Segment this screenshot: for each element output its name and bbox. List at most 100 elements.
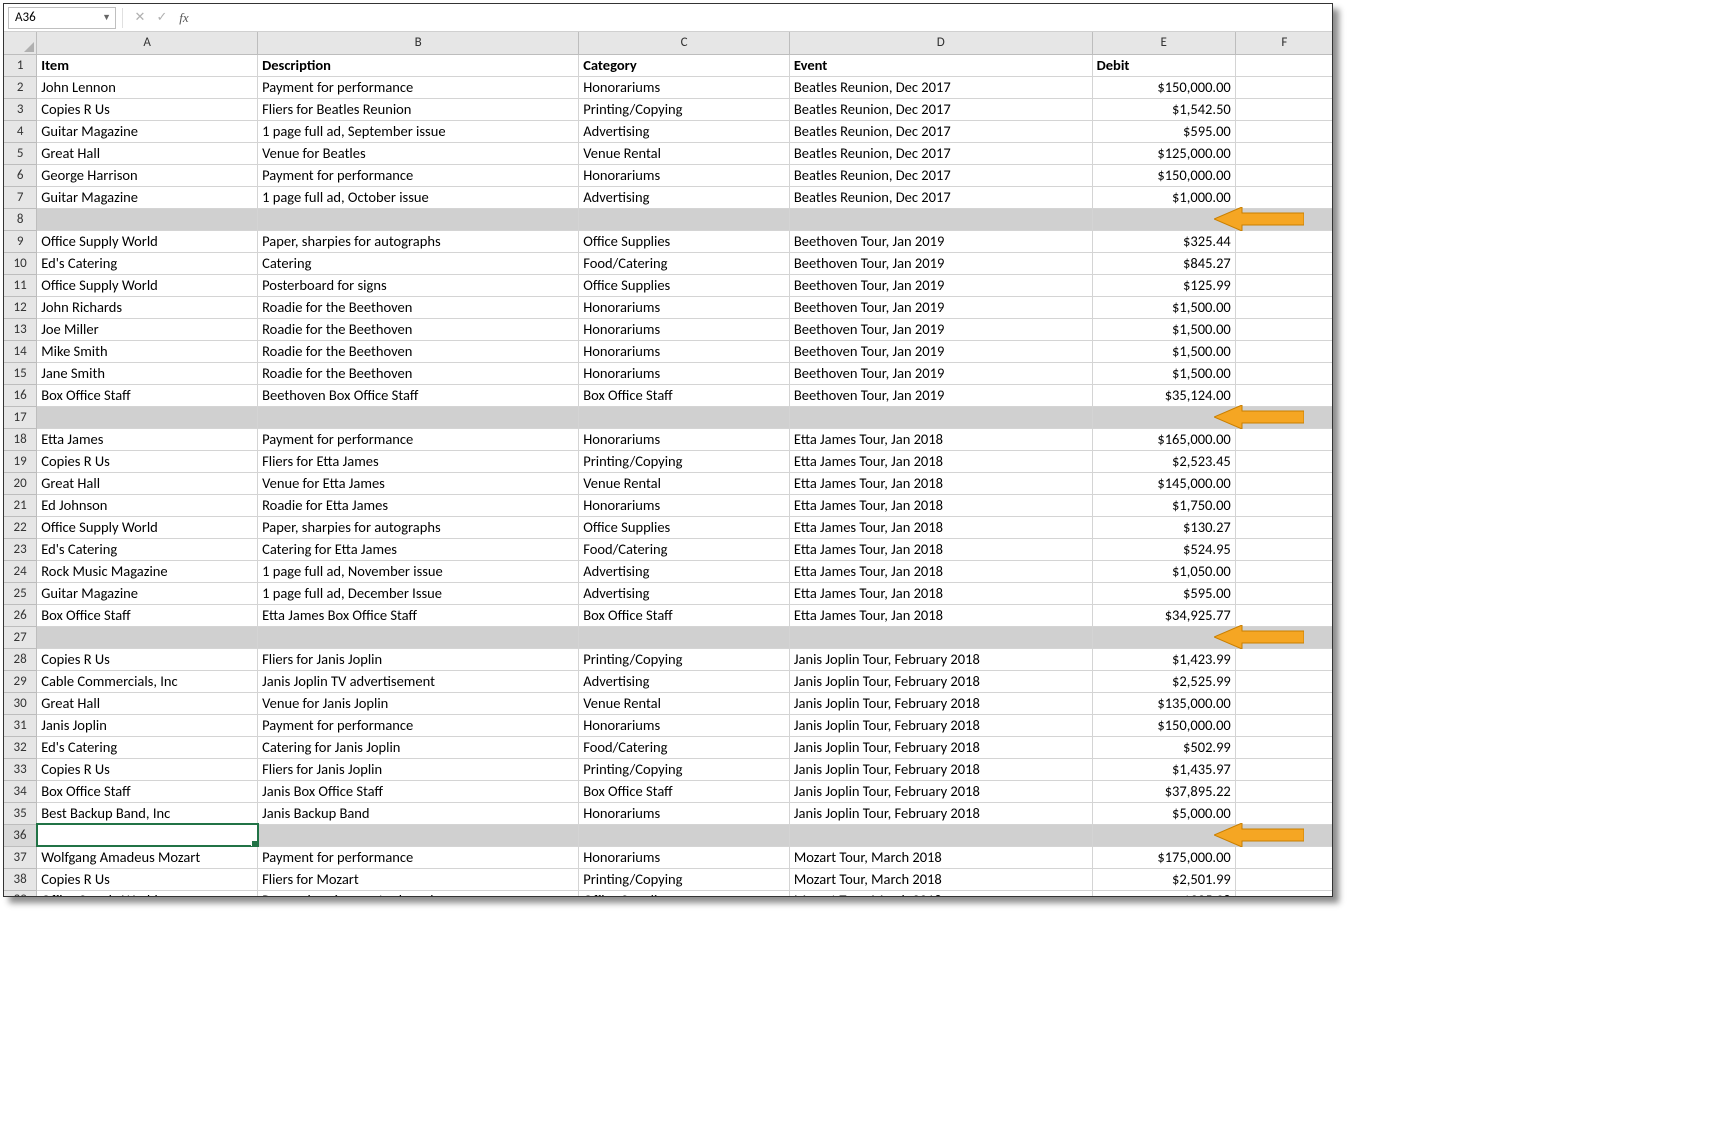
cell-D17[interactable] [789, 406, 1092, 428]
row-header-26[interactable]: 26 [4, 604, 37, 626]
cell-D20[interactable]: Etta James Tour, Jan 2018 [789, 472, 1092, 494]
cell-E24[interactable]: $1,050.00 [1092, 560, 1235, 582]
cell-C12[interactable]: Honorariums [579, 296, 790, 318]
row-header-28[interactable]: 28 [4, 648, 37, 670]
cell-A29[interactable]: Cable Commercials, Inc [37, 670, 258, 692]
cell-C25[interactable]: Advertising [579, 582, 790, 604]
row-header-4[interactable]: 4 [4, 120, 37, 142]
cell-E14[interactable]: $1,500.00 [1092, 340, 1235, 362]
cell-D39[interactable]: Mozart Tour, March 2018 [789, 890, 1092, 896]
cell-C7[interactable]: Advertising [579, 186, 790, 208]
cell-C13[interactable]: Honorariums [579, 318, 790, 340]
cell-D32[interactable]: Janis Joplin Tour, February 2018 [789, 736, 1092, 758]
cell-F10[interactable] [1235, 252, 1332, 274]
cell-C30[interactable]: Venue Rental [579, 692, 790, 714]
row-header-30[interactable]: 30 [4, 692, 37, 714]
cell-C31[interactable]: Honorariums [579, 714, 790, 736]
cell-F13[interactable] [1235, 318, 1332, 340]
cell-E4[interactable]: $595.00 [1092, 120, 1235, 142]
cell-D3[interactable]: Beatles Reunion, Dec 2017 [789, 98, 1092, 120]
cell-F37[interactable] [1235, 846, 1332, 868]
row-header-1[interactable]: 1 [4, 54, 37, 76]
row-header-18[interactable]: 18 [4, 428, 37, 450]
row-header-5[interactable]: 5 [4, 142, 37, 164]
cell-E25[interactable]: $595.00 [1092, 582, 1235, 604]
cell-C33[interactable]: Printing/Copying [579, 758, 790, 780]
cell-B37[interactable]: Payment for performance [258, 846, 579, 868]
cell-E35[interactable]: $5,000.00 [1092, 802, 1235, 824]
cell-F24[interactable] [1235, 560, 1332, 582]
cell-F21[interactable] [1235, 494, 1332, 516]
cell-D24[interactable]: Etta James Tour, Jan 2018 [789, 560, 1092, 582]
cell-B18[interactable]: Payment for performance [258, 428, 579, 450]
cell-F20[interactable] [1235, 472, 1332, 494]
cell-E39[interactable]: $325.98 [1092, 890, 1235, 896]
row-header-35[interactable]: 35 [4, 802, 37, 824]
cell-D27[interactable] [789, 626, 1092, 648]
row-header-29[interactable]: 29 [4, 670, 37, 692]
cell-E16[interactable]: $35,124.00 [1092, 384, 1235, 406]
cell-C19[interactable]: Printing/Copying [579, 450, 790, 472]
cell-D26[interactable]: Etta James Tour, Jan 2018 [789, 604, 1092, 626]
cell-F31[interactable] [1235, 714, 1332, 736]
cell-D38[interactable]: Mozart Tour, March 2018 [789, 868, 1092, 890]
cell-A27[interactable] [37, 626, 258, 648]
row-header-22[interactable]: 22 [4, 516, 37, 538]
cell-A26[interactable]: Box Office Staff [37, 604, 258, 626]
row-header-7[interactable]: 7 [4, 186, 37, 208]
cell-C35[interactable]: Honorariums [579, 802, 790, 824]
cell-D10[interactable]: Beethoven Tour, Jan 2019 [789, 252, 1092, 274]
cell-B13[interactable]: Roadie for the Beethoven [258, 318, 579, 340]
cell-A37[interactable]: Wolfgang Amadeus Mozart [37, 846, 258, 868]
row-header-37[interactable]: 37 [4, 846, 37, 868]
row-header-38[interactable]: 38 [4, 868, 37, 890]
cell-D34[interactable]: Janis Joplin Tour, February 2018 [789, 780, 1092, 802]
cell-E10[interactable]: $845.27 [1092, 252, 1235, 274]
row-header-11[interactable]: 11 [4, 274, 37, 296]
row-header-19[interactable]: 19 [4, 450, 37, 472]
cell-C8[interactable] [579, 208, 790, 230]
cell-F4[interactable] [1235, 120, 1332, 142]
row-header-36[interactable]: 36 [4, 824, 37, 846]
cell-E23[interactable]: $524.95 [1092, 538, 1235, 560]
cell-D18[interactable]: Etta James Tour, Jan 2018 [789, 428, 1092, 450]
cell-E32[interactable]: $502.99 [1092, 736, 1235, 758]
cell-A14[interactable]: Mike Smith [37, 340, 258, 362]
cell-F1[interactable] [1235, 54, 1332, 76]
cell-F26[interactable] [1235, 604, 1332, 626]
cell-E37[interactable]: $175,000.00 [1092, 846, 1235, 868]
row-header-14[interactable]: 14 [4, 340, 37, 362]
row-header-3[interactable]: 3 [4, 98, 37, 120]
formula-input[interactable] [195, 7, 1332, 29]
cell-A12[interactable]: John Richards [37, 296, 258, 318]
cell-B1[interactable]: Description [258, 54, 579, 76]
cell-B31[interactable]: Payment for performance [258, 714, 579, 736]
cell-B27[interactable] [258, 626, 579, 648]
cell-E21[interactable]: $1,750.00 [1092, 494, 1235, 516]
cell-C3[interactable]: Printing/Copying [579, 98, 790, 120]
cell-D7[interactable]: Beatles Reunion, Dec 2017 [789, 186, 1092, 208]
cell-B16[interactable]: Beethoven Box Office Staff [258, 384, 579, 406]
cell-E31[interactable]: $150,000.00 [1092, 714, 1235, 736]
cell-A30[interactable]: Great Hall [37, 692, 258, 714]
cell-F16[interactable] [1235, 384, 1332, 406]
cell-C17[interactable] [579, 406, 790, 428]
cell-B10[interactable]: Catering [258, 252, 579, 274]
cell-E33[interactable]: $1,435.97 [1092, 758, 1235, 780]
row-header-34[interactable]: 34 [4, 780, 37, 802]
cell-E13[interactable]: $1,500.00 [1092, 318, 1235, 340]
cell-A36[interactable] [37, 824, 258, 846]
row-header-2[interactable]: 2 [4, 76, 37, 98]
cell-F6[interactable] [1235, 164, 1332, 186]
cell-A2[interactable]: John Lennon [37, 76, 258, 98]
column-header-C[interactable]: C [579, 32, 790, 54]
column-header-E[interactable]: E [1092, 32, 1235, 54]
cell-A24[interactable]: Rock Music Magazine [37, 560, 258, 582]
row-header-16[interactable]: 16 [4, 384, 37, 406]
cell-E19[interactable]: $2,523.45 [1092, 450, 1235, 472]
cell-C11[interactable]: Office Supplies [579, 274, 790, 296]
cell-C2[interactable]: Honorariums [579, 76, 790, 98]
cell-D23[interactable]: Etta James Tour, Jan 2018 [789, 538, 1092, 560]
cell-D33[interactable]: Janis Joplin Tour, February 2018 [789, 758, 1092, 780]
column-header-F[interactable]: F [1235, 32, 1332, 54]
